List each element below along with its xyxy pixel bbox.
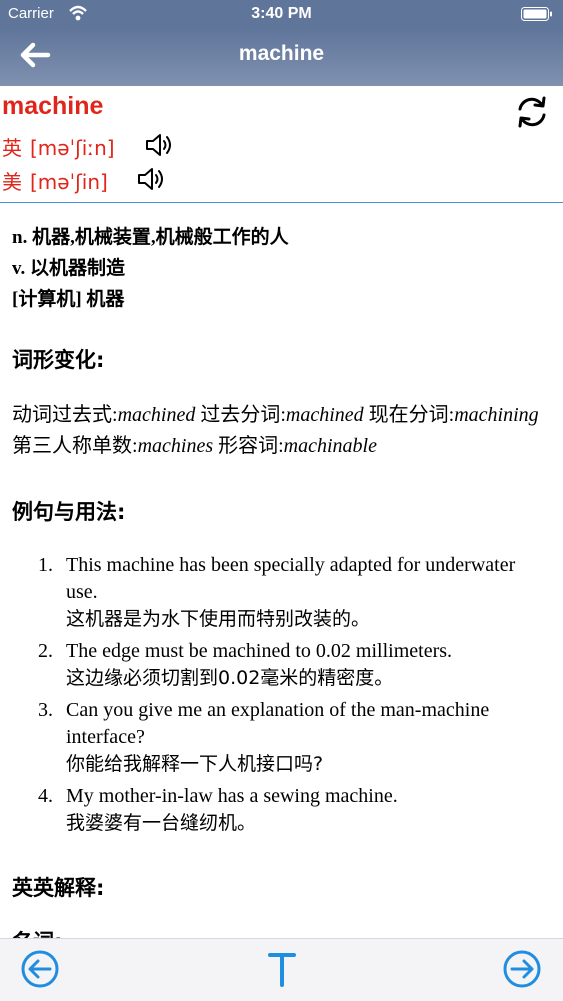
status-bar: Carrier 3:40 PM	[0, 0, 563, 28]
definition-content[interactable]: n. 机器,机械装置,机械般工作的人 v. 以机器制造 [计算机] 机器 词形变…	[0, 214, 563, 938]
example-chinese: 你能给我解释一下人机接口吗?	[66, 753, 324, 775]
section-examples: 例句与用法:	[12, 500, 126, 524]
refresh-icon[interactable]	[514, 94, 550, 130]
text-t-icon[interactable]	[262, 949, 302, 989]
circle-arrow-right-icon[interactable]	[502, 949, 542, 989]
example-english: The edge must be machined to 0.02 millim…	[66, 640, 453, 662]
navigation-bar: machine	[0, 28, 563, 86]
clock: 3:40 PM	[251, 5, 312, 22]
definition-computing: [计算机] 机器	[12, 289, 125, 310]
pronunciation-us: 美 [məˈʃin]	[2, 166, 108, 195]
section-word-forms: 词形变化:	[12, 348, 105, 372]
bottom-toolbar	[0, 938, 563, 1001]
definition-verb: v. 以机器制造	[12, 258, 125, 279]
partial-heading: 名词:	[12, 926, 62, 938]
speaker-icon[interactable]	[144, 131, 174, 159]
nav-title: machine	[238, 42, 325, 65]
circle-arrow-left-icon[interactable]	[20, 949, 60, 989]
uk-ipa: [məˈʃiːn]	[30, 136, 115, 160]
example-english: Can you give me an explanation of the ma…	[66, 699, 490, 748]
example-chinese: 这机器是为水下使用而特别改装的。	[66, 608, 371, 630]
section-english-definition: 英英解释:	[12, 876, 105, 900]
pronunciation-uk: 英 [məˈʃiːn]	[2, 132, 115, 161]
word-header: machine 英 [məˈʃiːn] 美 [məˈʃin]	[0, 86, 563, 203]
definition-noun: n. 机器,机械装置,机械般工作的人	[12, 227, 289, 248]
uk-label: 英	[2, 136, 22, 160]
headword: machine	[2, 92, 104, 120]
example-chinese: 这边缘必须切割到0.02毫米的精密度。	[66, 667, 394, 689]
example-english: This machine has been specially adapted …	[66, 554, 516, 603]
us-ipa: [məˈʃin]	[30, 170, 108, 194]
battery-icon	[521, 7, 552, 21]
example-chinese: 我婆婆有一台缝纫机。	[66, 812, 257, 834]
us-label: 美	[2, 170, 22, 194]
word-forms: 动词过去式:machined 过去分词:machined 现在分词:machin…	[12, 404, 539, 457]
example-english: My mother-in-law has a sewing machine.	[66, 785, 398, 807]
speaker-icon[interactable]	[136, 165, 166, 193]
